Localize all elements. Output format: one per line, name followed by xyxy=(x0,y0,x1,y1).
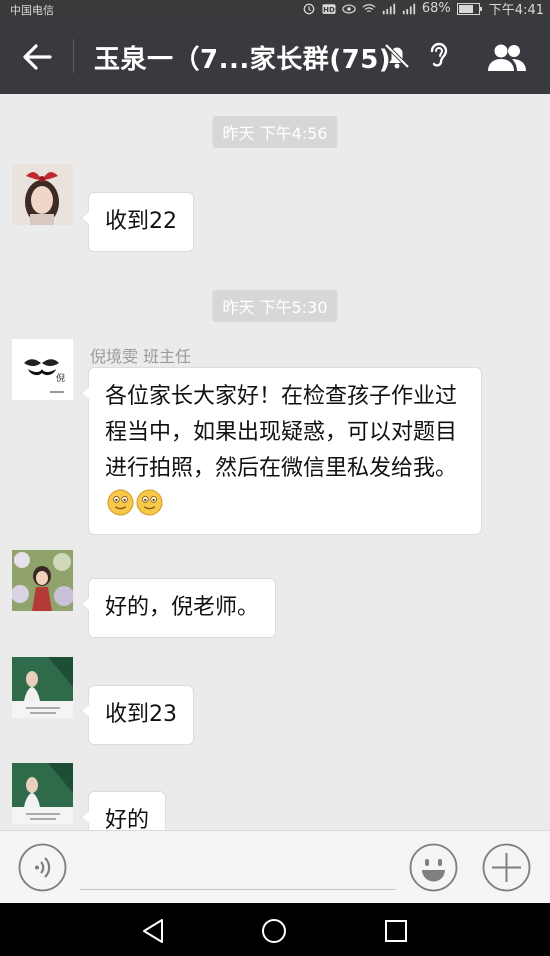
message-bubble[interactable]: 收到23 xyxy=(81,685,194,745)
group-members-icon[interactable] xyxy=(486,43,528,73)
nav-back-icon[interactable] xyxy=(140,918,166,944)
avatar[interactable] xyxy=(12,550,73,611)
message-bubble[interactable]: 收到22 xyxy=(81,192,194,252)
nav-recent-icon[interactable] xyxy=(385,920,407,942)
wifi-icon xyxy=(362,3,376,12)
avatar[interactable] xyxy=(12,763,73,824)
status-bar: 中国电信 HD 68% 下午4:41 xyxy=(0,0,550,18)
status-right: HD 68% 下午4:41 xyxy=(302,0,544,18)
timestamp: 昨天 下午5:30 xyxy=(212,290,338,322)
battery-icon xyxy=(456,2,482,15)
avatar-image xyxy=(12,550,73,611)
input-bar xyxy=(0,830,550,904)
avatar[interactable] xyxy=(12,164,73,225)
svg-text:倪: 倪 xyxy=(56,372,65,384)
smiley-emoji xyxy=(107,489,134,516)
avatar-image xyxy=(12,763,73,824)
chat-header: 玉泉一（7...家长群(75) xyxy=(0,17,550,94)
sender-name: 倪境雯 班主任 xyxy=(90,347,192,366)
chat-title: 玉泉一（7...家长群(75) xyxy=(94,45,392,75)
message-bubble[interactable]: 各位家长大家好！在检查孩子作业过程当中，如果出现疑惑，可以对题目进行拍照，然后在… xyxy=(81,367,482,535)
alarm-icon xyxy=(303,3,315,14)
emoji-icon[interactable] xyxy=(409,843,458,892)
avatar[interactable] xyxy=(12,657,73,718)
mute-bell-icon xyxy=(384,43,410,69)
hd-icon: HD xyxy=(322,3,336,14)
message-text: 收到23 xyxy=(105,702,177,727)
plus-icon[interactable] xyxy=(482,843,531,892)
signal-icon-2 xyxy=(402,3,416,14)
avatar-image xyxy=(12,657,73,718)
system-nav-bar xyxy=(0,903,550,956)
carrier-label: 中国电信 xyxy=(10,4,54,17)
voice-icon[interactable] xyxy=(18,843,67,892)
eye-icon xyxy=(342,3,356,14)
ear-icon[interactable] xyxy=(426,39,452,73)
message-text: 各位家长大家好！在检查孩子作业过程当中，如果出现疑惑，可以对题目进行拍照，然后在… xyxy=(105,384,458,481)
avatar[interactable]: 倪 xyxy=(12,339,73,400)
battery-percent: 68% xyxy=(421,1,451,16)
back-arrow-icon[interactable] xyxy=(20,41,54,73)
svg-text:HD: HD xyxy=(323,6,335,14)
message-text: 好的，倪老师。 xyxy=(105,595,260,620)
nav-home-icon[interactable] xyxy=(261,918,287,944)
timestamp: 昨天 下午4:56 xyxy=(212,116,338,148)
message-bubble[interactable]: 好的，倪老师。 xyxy=(80,578,277,638)
avatar-image: 倪 xyxy=(12,339,73,400)
signal-icon xyxy=(382,3,396,14)
header-divider xyxy=(73,39,74,73)
smiley-emoji xyxy=(136,489,163,516)
avatar-image xyxy=(12,164,73,225)
message-input[interactable] xyxy=(80,889,396,890)
status-time: 下午4:41 xyxy=(488,3,544,18)
message-text: 收到22 xyxy=(105,209,177,234)
